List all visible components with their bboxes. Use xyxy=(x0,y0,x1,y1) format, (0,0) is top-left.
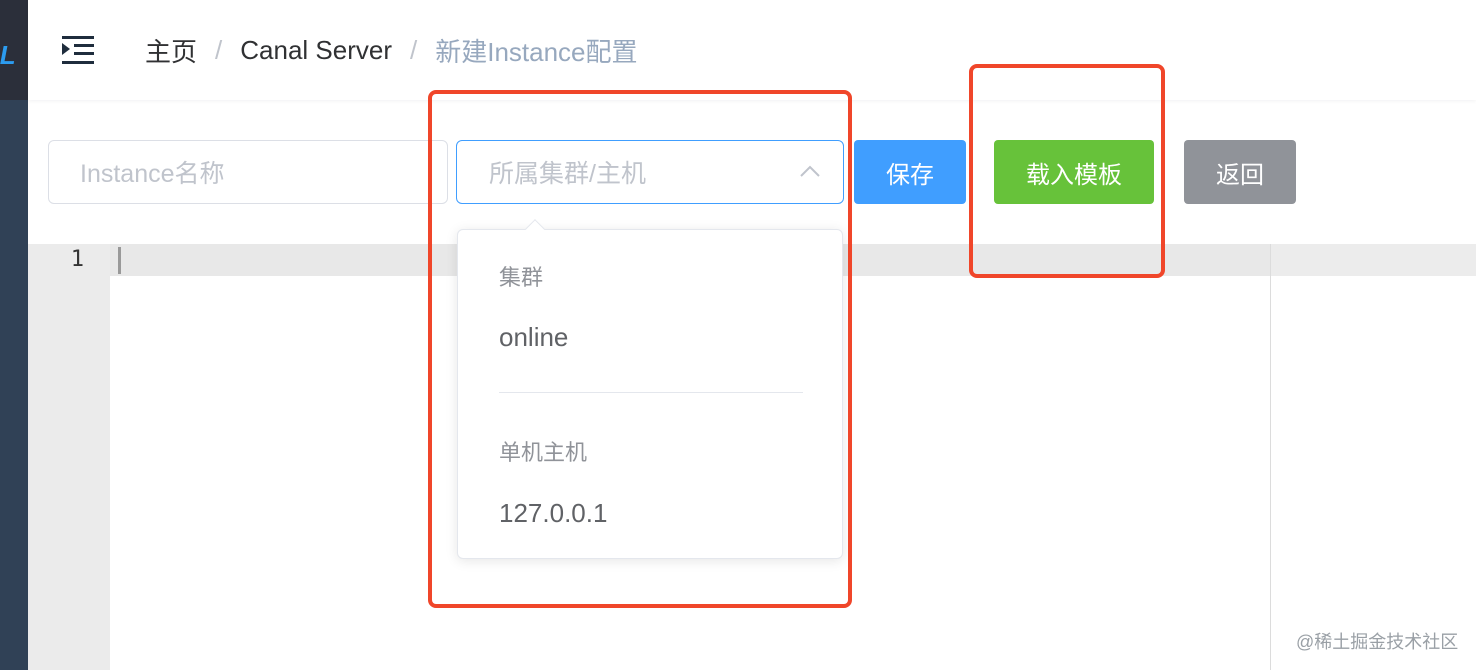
editor-cursor xyxy=(118,247,121,274)
annotation-highlight-dropdown xyxy=(428,90,852,608)
breadcrumb-canal-server[interactable]: Canal Server xyxy=(240,35,392,66)
logo-text: AL xyxy=(0,40,16,70)
breadcrumb-home[interactable]: 主页 xyxy=(145,32,197,69)
instance-name-placeholder: Instance名称 xyxy=(80,160,225,188)
breadcrumb-separator: / xyxy=(409,34,418,65)
breadcrumb: 主页 / Canal Server / 新建Instance配置 xyxy=(145,30,638,70)
sidebar: AL xyxy=(0,0,28,670)
annotation-highlight-load-template xyxy=(969,64,1165,278)
save-button[interactable]: 保存 xyxy=(854,140,966,204)
editor-print-margin xyxy=(1270,244,1271,670)
breadcrumb-separator: / xyxy=(215,34,223,65)
instance-name-input[interactable]: Instance名称 xyxy=(48,140,448,204)
breadcrumb-current: 新建Instance配置 xyxy=(435,36,638,67)
back-button[interactable]: 返回 xyxy=(1184,140,1296,204)
line-number: 1 xyxy=(70,247,84,272)
menu-fold-icon[interactable] xyxy=(62,36,94,64)
editor-gutter xyxy=(28,244,110,670)
editor-active-line-tail xyxy=(1271,244,1476,276)
watermark: @稀土掘金技术社区 xyxy=(1296,632,1459,652)
navbar: 主页 / Canal Server / 新建Instance配置 xyxy=(28,0,1476,100)
logo: AL xyxy=(0,0,28,100)
